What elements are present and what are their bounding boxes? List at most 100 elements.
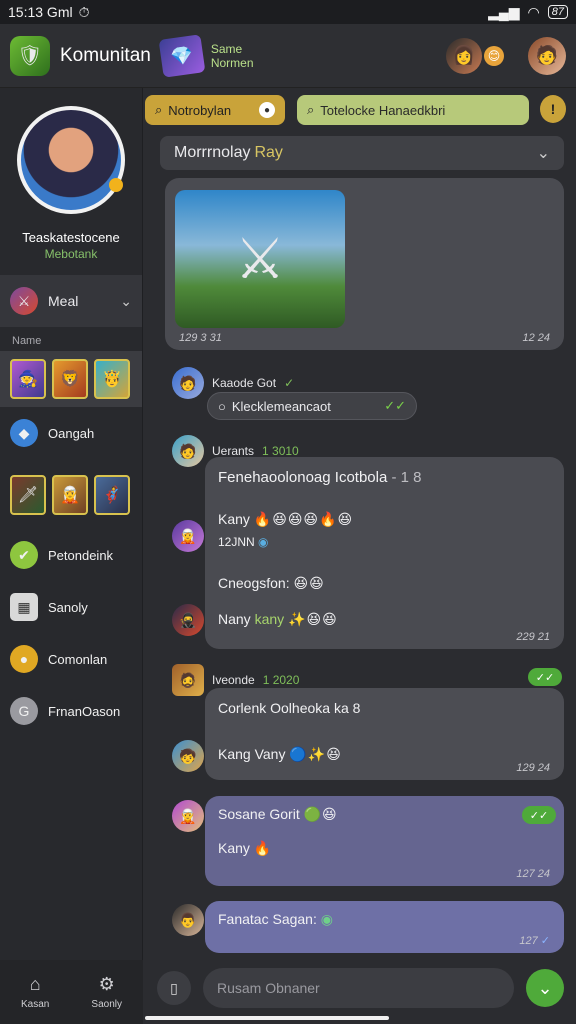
- chevron-down-icon: ⌄: [120, 292, 132, 309]
- sidebar-item-label: FrnanOason: [48, 703, 121, 719]
- profile-picture[interactable]: [17, 106, 125, 214]
- message-time: 129 24: [516, 762, 550, 774]
- bottom-nav: ⌂ Kasan ⚙ Saonly: [0, 960, 143, 1024]
- read-receipt-icon: ✓✓: [528, 668, 562, 686]
- sidebar-item-label: Comonlan: [48, 651, 108, 667]
- status-bar: 15:13 Gml ⏱ ▂▄▆ ◠ 87: [0, 0, 576, 24]
- status-time: 15:13 Gml: [8, 4, 73, 20]
- emoji-row: 🔥: [253, 840, 273, 856]
- message-bubble[interactable]: Sosane Gorit 🟢😆 ✓✓ Kany 🔥 127 24: [205, 796, 564, 886]
- nav-settings[interactable]: ⚙ Saonly: [91, 974, 122, 1010]
- message-bubble[interactable]: Fanatac Sagan: ◉ 127 ✓: [205, 901, 564, 953]
- signal-icon: ▂▄▆: [488, 3, 520, 20]
- filter-pill[interactable]: ⌕ Notrobylan ●: [145, 95, 285, 125]
- send-button[interactable]: ⌄: [526, 969, 564, 1007]
- meal-dropdown[interactable]: ⚔ Meal ⌄: [0, 275, 142, 327]
- user-avatar[interactable]: 🧝: [172, 800, 204, 832]
- emoji-row: 🔵✨😆: [289, 746, 342, 762]
- double-check-icon: ✓✓: [384, 398, 406, 413]
- game-label: Same Normen: [210, 41, 254, 70]
- message-bubble[interactable]: Fenehaoolonoag Icotbola - 1 8 Kany 🔥😆😆😆🔥…: [205, 457, 564, 649]
- sidebar-item-label: Sanoly: [48, 599, 88, 615]
- message-time: 12 24: [522, 332, 550, 344]
- user-avatar[interactable]: 🧔: [172, 664, 204, 696]
- app-header: 🛡 Komunitan 💎 Same Normen 👩 😊 🧑: [0, 24, 576, 88]
- game-thumbnail[interactable]: 🦸: [94, 475, 130, 515]
- user-avatar[interactable]: 👨: [172, 904, 204, 936]
- emoji-reaction-icon[interactable]: 😊: [484, 45, 504, 66]
- sidebar-item-label: Petondeink: [48, 547, 114, 563]
- close-icon[interactable]: ●: [259, 102, 275, 118]
- game-thumbnail[interactable]: 🧙: [10, 359, 46, 399]
- message-time: 127 ✓: [519, 935, 550, 947]
- sidebar-item-label: Oangah: [48, 425, 95, 441]
- filter-pill[interactable]: ⌕ Totelocke Hanaedkbri: [297, 95, 529, 125]
- home-indicator: [145, 1016, 389, 1020]
- message-meta: 129 3 31: [179, 332, 222, 344]
- game-thumbnail[interactable]: 🗡: [10, 475, 46, 515]
- blue-dot-icon: ◉: [258, 535, 269, 549]
- game-artwork[interactable]: ⚔: [175, 190, 345, 328]
- image-message[interactable]: ⚔ 129 3 31 12 24: [165, 178, 564, 350]
- user-avatar[interactable]: 🧒: [172, 740, 204, 772]
- radio-icon: ○: [218, 398, 226, 414]
- send-icon: ⌄: [537, 977, 553, 998]
- check-icon: ✓: [284, 376, 295, 390]
- diamond-icon: ◆: [10, 419, 38, 447]
- user-avatar[interactable]: 🧝: [172, 520, 204, 552]
- user-avatar[interactable]: 👩: [446, 37, 482, 74]
- sidebar: Teaskatestocene Mebotank ⚔ Meal ⌄ Name 🧙…: [0, 88, 143, 960]
- double-check-icon: ✓: [540, 935, 550, 947]
- header-users: 👩 😊 🧑: [446, 36, 566, 75]
- search-icon: ⌕: [155, 102, 163, 117]
- attach-icon[interactable]: ▯: [157, 971, 191, 1005]
- gear-icon: ⚙: [98, 974, 115, 994]
- composer: ▯ ⌄: [145, 962, 576, 1014]
- user-avatar[interactable]: 🧑: [172, 435, 204, 467]
- app-title: Komunitan: [60, 44, 151, 66]
- status-icons: ▂▄▆ ◠ 87: [488, 4, 568, 21]
- info-icon[interactable]: !: [540, 95, 566, 123]
- message-time: 127 24: [516, 868, 550, 880]
- profile-name: Teaskatestocene: [22, 230, 120, 245]
- calendar-icon: ▦: [10, 593, 38, 621]
- tag-chip[interactable]: ○ Klecklemeancaot ✓✓: [207, 392, 417, 420]
- sidebar-item-sanoly[interactable]: ▦ Sanoly: [0, 581, 142, 633]
- battery-icon: 87: [547, 5, 568, 19]
- sidebar-item-oangah[interactable]: ◆ Oangah: [0, 407, 142, 459]
- emoji-row: 🟢😆: [303, 806, 338, 822]
- search-icon: ⌕: [307, 102, 315, 117]
- green-dot-icon: ◉: [320, 911, 333, 927]
- chevron-down-icon: ⌄: [536, 145, 550, 162]
- app-logo-icon[interactable]: 🛡: [10, 35, 50, 76]
- timer-icon: ⏱: [78, 3, 90, 20]
- emoji-row: 🔥😆😆😆🔥😆: [253, 511, 354, 527]
- read-receipt-icon: ✓✓: [522, 806, 556, 824]
- emoji-row: 😆😆: [293, 575, 325, 591]
- wifi-icon: ◠: [527, 3, 540, 20]
- sidebar-item-petondeink[interactable]: ✔ Petondeink: [0, 529, 142, 581]
- sidebar-item-frnanoason[interactable]: G FrnanOason: [0, 685, 142, 737]
- lock-icon: G: [10, 697, 38, 725]
- message-time: 229 21: [516, 631, 550, 643]
- profile-avatar[interactable]: 🧑: [528, 36, 566, 75]
- emoji-row: ✨😆😆: [288, 611, 338, 627]
- trophy-icon: ●: [10, 645, 38, 673]
- game-thumbs-row: 🗡 🧝 🦸: [0, 459, 142, 523]
- meal-icon: ⚔: [10, 287, 38, 315]
- game-badge-icon[interactable]: 💎: [158, 33, 206, 78]
- game-thumbs-row: 🧙 🦁 🤴: [0, 351, 142, 407]
- check-icon: ✔: [10, 541, 38, 569]
- user-avatar[interactable]: 🧑: [172, 367, 204, 399]
- channel-dropdown[interactable]: Morrrnolay Ray ⌄: [160, 136, 564, 170]
- message-input[interactable]: [203, 968, 514, 1008]
- game-thumbnail[interactable]: 🦁: [52, 359, 88, 399]
- user-avatar[interactable]: 🥷: [172, 604, 204, 636]
- game-thumbnail[interactable]: 🤴: [94, 359, 130, 399]
- sidebar-item-comonlan[interactable]: ● Comonlan: [0, 633, 142, 685]
- game-thumbnail[interactable]: 🧝: [52, 475, 88, 515]
- meal-label: Meal: [48, 293, 79, 309]
- nav-home[interactable]: ⌂ Kasan: [21, 974, 49, 1010]
- home-icon: ⌂: [29, 974, 41, 994]
- message-bubble[interactable]: Corlenk Oolheoka ka 8 Kang Vany 🔵✨😆 129 …: [205, 688, 564, 780]
